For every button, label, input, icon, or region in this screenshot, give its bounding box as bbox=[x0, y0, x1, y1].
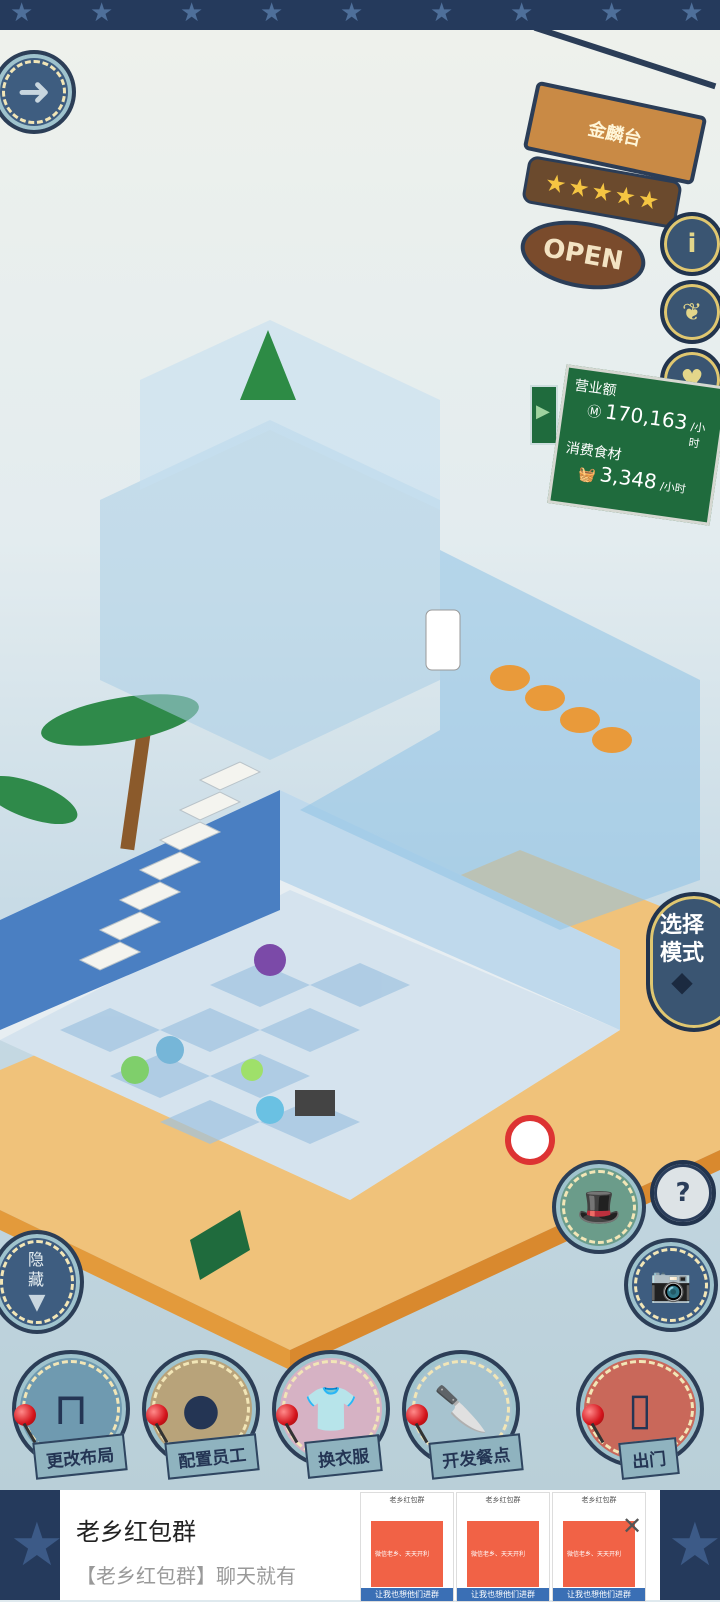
ad-thumbnail[interactable]: 老乡红包群 微信老乡、天天开利 让我也想他们进群 bbox=[360, 1492, 454, 1602]
top-star-border: ★ ★ ★ ★ ★ ★ ★ ★ ★ bbox=[0, 0, 720, 32]
business-stats-board: 营业额 Ⓜ 170,163 /小时 消费食材 🧺 3,348 /小时 bbox=[547, 364, 720, 526]
bottom-menu: ⊓ 更改布局 ● 配置员工 👕 换衣服 🔪 开发餐点 ▯ 出门 bbox=[0, 1350, 720, 1490]
stats-toggle-tab[interactable]: ▶ bbox=[530, 385, 558, 445]
ad-subtitle: 【老乡红包群】聊天就有 bbox=[76, 1564, 296, 1588]
book-icon: ❦ bbox=[681, 298, 703, 326]
pin-icon bbox=[406, 1404, 428, 1426]
food-consumption-unit: /小时 bbox=[659, 479, 687, 497]
thumb-header: 老乡红包群 bbox=[389, 1496, 425, 1504]
change-clothes-label: 换衣服 bbox=[304, 1434, 383, 1479]
star-icon: ★ bbox=[565, 172, 592, 204]
pin-icon bbox=[582, 1404, 604, 1426]
recipe-book-button[interactable]: ❦ bbox=[660, 280, 720, 344]
basket-icon: 🧺 bbox=[577, 466, 597, 485]
thumb-footer: 让我也想他们进群 bbox=[457, 1588, 549, 1601]
ad-close-icon[interactable]: ✕ bbox=[622, 1512, 642, 1540]
select-mode-label: 选择模式 bbox=[659, 913, 704, 966]
revenue-unit: /小时 bbox=[687, 420, 707, 451]
question-icon: ? bbox=[675, 1178, 691, 1208]
star-icon: ★ bbox=[635, 184, 662, 216]
pin-icon bbox=[146, 1404, 168, 1426]
pin-icon bbox=[276, 1404, 298, 1426]
ad-thumbnail[interactable]: 老乡红包群 微信老乡、天天开利 让我也想他们进群 bbox=[456, 1492, 550, 1602]
pin-icon bbox=[14, 1404, 36, 1426]
star-icon: ★ bbox=[612, 180, 639, 212]
help-button[interactable]: ? bbox=[650, 1160, 716, 1226]
game-scene: ➜ 金麟台 ★ ★ ★ ★ ★ OPEN i ❦ ♥ ▶ 营业额 Ⓜ 170,163 /… bbox=[0, 30, 720, 1490]
star-icon: ★ bbox=[588, 176, 616, 208]
info-button[interactable]: i bbox=[660, 212, 720, 276]
info-icon: i bbox=[687, 229, 697, 259]
hat-button[interactable]: 🎩 bbox=[552, 1160, 646, 1254]
open-sign[interactable]: OPEN bbox=[515, 211, 651, 299]
chevron-right-icon: ▶ bbox=[536, 401, 550, 422]
camera-button[interactable]: 📷 bbox=[624, 1238, 718, 1332]
thumb-header: 老乡红包群 bbox=[581, 1496, 617, 1504]
thumb-header: 老乡红包群 bbox=[485, 1496, 521, 1504]
star-icon: ★ bbox=[542, 168, 569, 200]
go-out-label: 出门 bbox=[618, 1437, 680, 1480]
thumb-image: 微信老乡、天天开利 bbox=[467, 1521, 539, 1587]
thumb-image: 微信老乡、天天开利 bbox=[371, 1521, 443, 1587]
cube-icon: ◆ bbox=[671, 965, 693, 998]
ad-thumbnail[interactable]: 老乡红包群 微信老乡、天天开利 让我也想他们进群 bbox=[552, 1492, 646, 1602]
thumb-footer: 让我也想他们进群 bbox=[553, 1588, 645, 1601]
coin-icon: Ⓜ bbox=[586, 403, 603, 422]
select-mode-button[interactable]: 选择模式 ◆ bbox=[646, 892, 720, 1032]
thumb-footer: 让我也想他们进群 bbox=[361, 1588, 453, 1601]
ad-title: 老乡红包群 bbox=[76, 1518, 196, 1546]
